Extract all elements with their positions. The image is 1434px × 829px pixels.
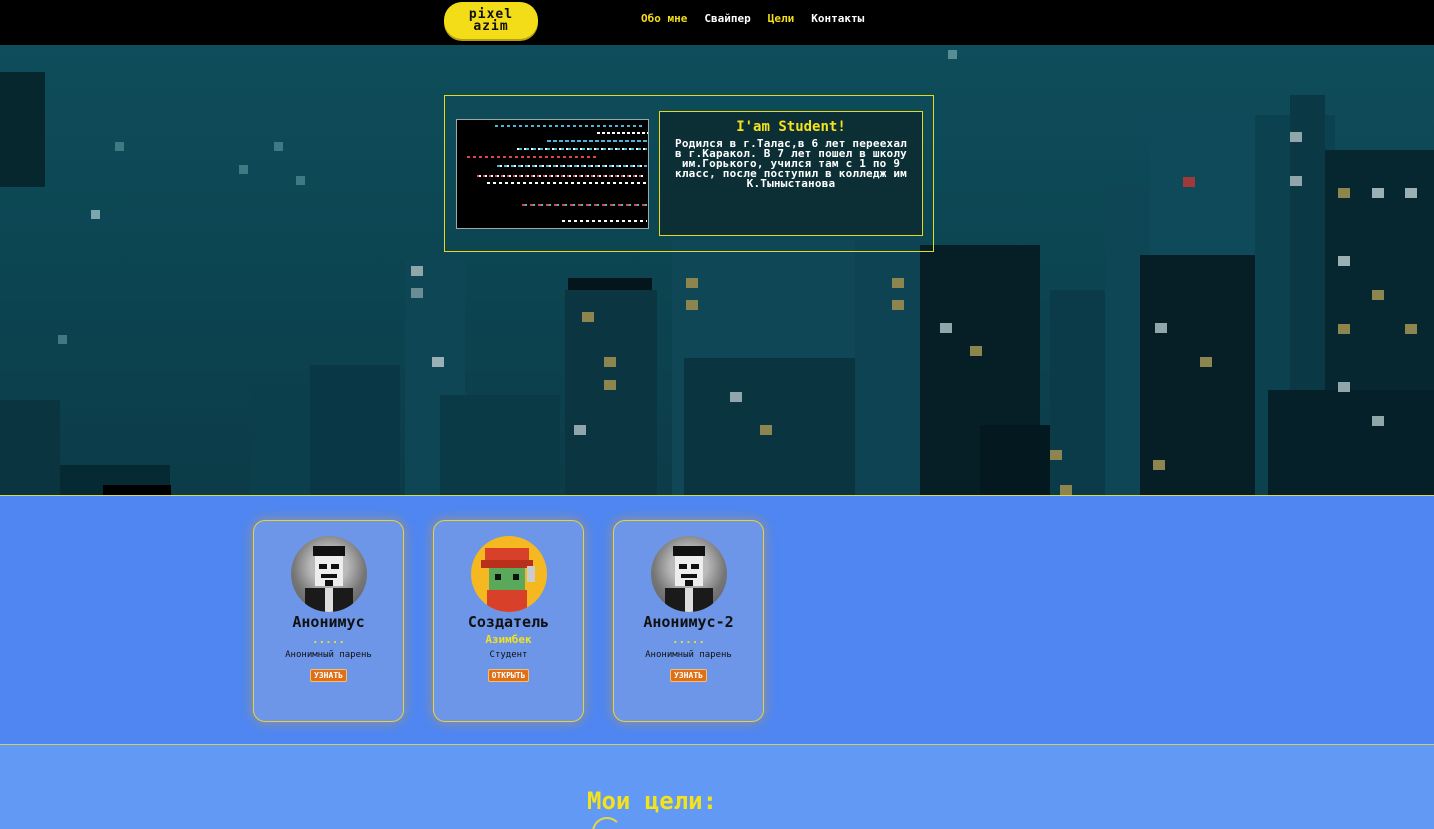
window-light (1338, 188, 1350, 198)
glitch-line (547, 140, 647, 142)
building (1140, 255, 1265, 495)
building (440, 395, 560, 495)
anonymous-mask-icon (664, 546, 713, 612)
window-light (1155, 323, 1167, 333)
card-description: Анонимный парень (285, 650, 372, 660)
window-light (940, 323, 952, 333)
window-light (574, 425, 586, 435)
window-light (604, 380, 616, 390)
window-light (970, 346, 982, 356)
window-light (730, 392, 742, 402)
window-light (686, 300, 698, 310)
star-decoration (274, 142, 283, 151)
star-decoration (91, 210, 100, 219)
window-light (1200, 357, 1212, 367)
site-logo[interactable]: pixel azim (444, 2, 538, 39)
building (0, 72, 45, 187)
window-light (1372, 416, 1384, 426)
window-light (1338, 324, 1350, 334)
star-decoration (296, 176, 305, 185)
glitch-line (497, 165, 647, 167)
nav-link-about[interactable]: Обо мне (641, 12, 687, 25)
card-subtitle: ..... (311, 633, 346, 646)
glitch-line (495, 125, 645, 127)
nav-link-goals[interactable]: Цели (768, 12, 795, 25)
window-light (1290, 176, 1302, 186)
profiles-section: Анонимус ..... Анонимный парень УЗНАТЬ С… (0, 495, 1434, 745)
learn-more-button[interactable]: УЗНАТЬ (310, 669, 347, 682)
window-light (1372, 188, 1384, 198)
window-light (1290, 132, 1302, 142)
goals-title: Мои цели: (587, 787, 718, 815)
glitch-line (487, 182, 647, 184)
window-light (411, 266, 423, 276)
profile-card: Создатель Азимбек Студент ОТКРЫТЬ (433, 520, 584, 722)
window-light (1405, 324, 1417, 334)
glitch-line (517, 148, 647, 150)
window-light (1153, 460, 1165, 470)
glitch-line (562, 220, 647, 222)
window-light (760, 425, 772, 435)
anonymous-avatar-icon (290, 536, 367, 612)
card-subtitle: ..... (671, 633, 706, 646)
star-decoration (948, 50, 957, 59)
window-light (892, 278, 904, 288)
window-light (1405, 188, 1417, 198)
glitch-line (477, 175, 645, 177)
star-decoration (239, 165, 248, 174)
anonymous-avatar-icon (650, 536, 727, 612)
window-light (604, 357, 616, 367)
building (103, 485, 171, 495)
card-name: Создатель (467, 613, 550, 631)
building (565, 290, 657, 495)
profile-card: Анонимус-2 ..... Анонимный парень УЗНАТЬ (613, 520, 764, 722)
star-decoration (115, 142, 124, 151)
window-light (1183, 177, 1195, 187)
window-light (1338, 256, 1350, 266)
glitch-line (467, 156, 597, 158)
window-light (1372, 290, 1384, 300)
glitch-animation-image (456, 119, 649, 229)
glitch-line (522, 204, 647, 206)
glitch-line (597, 132, 648, 134)
about-me-panel: I'am Student! Родился в г.Талас,в 6 лет … (444, 95, 934, 252)
about-title: I'am Student! (736, 119, 846, 135)
nav-link-swiper[interactable]: Свайпер (704, 12, 750, 25)
pixel-character-icon (480, 548, 535, 612)
hero-section: I'am Student! Родился в г.Талас,в 6 лет … (0, 45, 1434, 495)
open-button[interactable]: ОТКРЫТЬ (487, 669, 530, 682)
window-light (411, 288, 423, 298)
anonymous-mask-icon (304, 546, 353, 612)
window-light (432, 357, 444, 367)
card-subtitle: Азимбек (485, 633, 532, 646)
building (568, 278, 652, 290)
about-text-box: I'am Student! Родился в г.Талас,в 6 лет … (659, 111, 923, 236)
window-light (1338, 382, 1350, 392)
card-description: Анонимный парень (645, 650, 732, 660)
window-light (582, 312, 594, 322)
learn-more-button[interactable]: УЗНАТЬ (670, 669, 707, 682)
star-decoration (58, 335, 67, 344)
building (0, 400, 60, 495)
logo-line-2: azim (473, 18, 509, 34)
nav-link-contacts[interactable]: Контакты (811, 12, 864, 25)
goals-section: Мои цели: (0, 745, 1434, 829)
profile-card: Анонимус ..... Анонимный парень УЗНАТЬ (253, 520, 404, 722)
window-light (686, 278, 698, 288)
goals-circle-decoration (592, 817, 622, 829)
top-navbar: pixel azim Обо мне Свайпер Цели Контакты (0, 0, 1434, 45)
window-light (1050, 450, 1062, 460)
building (310, 365, 400, 495)
building (855, 240, 925, 495)
window-light (1060, 485, 1072, 495)
about-description: Родился в г.Талас,в 6 лет переехал в г.К… (675, 137, 907, 190)
card-description: Студент (489, 650, 528, 660)
card-name: Анонимус-2 (643, 613, 734, 631)
pixel-mario-avatar-icon (470, 536, 547, 612)
building (1268, 390, 1434, 495)
window-light (892, 300, 904, 310)
nav-links: Обо мне Свайпер Цели Контакты (641, 12, 881, 25)
card-name: Анонимус (292, 613, 365, 631)
